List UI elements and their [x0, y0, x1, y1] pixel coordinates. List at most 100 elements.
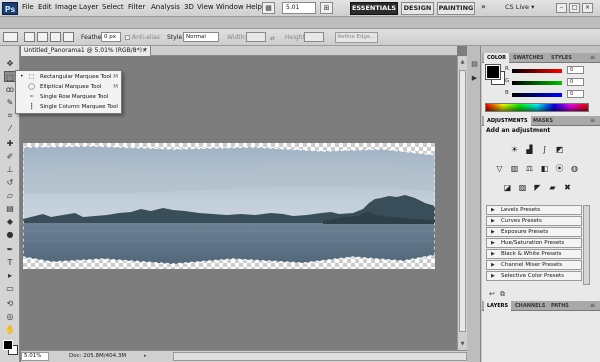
layers-panel-menu-icon[interactable]: ≡	[590, 302, 595, 309]
preset-curves[interactable]: ▶ Curves Presets	[486, 216, 582, 226]
tab-paths[interactable]: PATHS	[548, 301, 572, 311]
history-panel-icon[interactable]: ▤	[470, 60, 479, 69]
panorama-image[interactable]	[23, 143, 435, 269]
green-slider[interactable]	[512, 81, 562, 85]
foreground-color-swatch[interactable]	[3, 340, 13, 350]
intersect-selection-icon[interactable]	[63, 32, 74, 42]
subtract-selection-icon[interactable]	[50, 32, 61, 42]
threshold-icon[interactable]: ◤	[532, 182, 543, 193]
tab-channels[interactable]: CHANNELS	[512, 301, 548, 311]
tab-layers[interactable]: LAYERS	[484, 301, 512, 311]
status-menu-icon[interactable]: ▸	[144, 353, 147, 359]
posterize-icon[interactable]: ▨	[517, 182, 528, 193]
document-tab[interactable]: Untitled_Panorama1 @ 5.01% (RGB/8*) * ×	[21, 46, 151, 56]
clone-stamp-tool-icon[interactable]: ⊥	[4, 164, 16, 175]
feather-input[interactable]: 0 px	[101, 32, 121, 42]
scroll-down-icon[interactable]: ▼	[459, 340, 466, 348]
tab-masks[interactable]: MASKS	[530, 116, 556, 126]
menu-analysis[interactable]: Analysis	[151, 3, 180, 11]
workspace-essentials[interactable]: ESSENTIALS	[350, 2, 398, 15]
menu-edit[interactable]: Edit	[38, 3, 52, 11]
menu-3d[interactable]: 3D	[184, 3, 194, 11]
menu-view[interactable]: View	[197, 3, 214, 11]
refine-edge-button[interactable]: Refine Edge...	[335, 32, 378, 43]
tab-swatches[interactable]: SWATCHES	[510, 53, 547, 63]
height-input[interactable]	[304, 32, 324, 42]
tab-color[interactable]: COLOR	[484, 53, 510, 63]
menu-window[interactable]: Window	[216, 3, 244, 11]
menu-help[interactable]: Help	[246, 3, 262, 11]
tab-adjustments[interactable]: ADJUSTMENTS	[484, 116, 531, 126]
bridge-icon[interactable]: ▦	[262, 2, 275, 14]
flyout-item-single-column-marquee[interactable]: ┇ Single Column Marquee Tool	[20, 102, 120, 112]
levels-icon[interactable]: ▟	[524, 144, 535, 155]
scroll-up-icon[interactable]: ▲	[459, 58, 466, 66]
preset-hue-saturation[interactable]: ▶ Hue/Saturation Presets	[486, 238, 582, 248]
preset-selective-color[interactable]: ▶ Selective Color Presets	[486, 271, 582, 281]
workspace-design[interactable]: DESIGN	[401, 2, 434, 15]
path-select-tool-icon[interactable]: ▸	[4, 270, 16, 281]
vibrance-icon[interactable]: ▽	[494, 163, 505, 174]
red-slider[interactable]	[512, 69, 562, 73]
preset-exposure[interactable]: ▶ Exposure Presets	[486, 227, 582, 237]
clip-icon[interactable]: ⧉	[500, 290, 505, 299]
shape-tool-icon[interactable]: ▭	[4, 283, 16, 294]
return-icon[interactable]: ↩	[489, 290, 495, 298]
flyout-item-elliptical-marquee[interactable]: ◯ Elliptical Marquee Tool M	[20, 82, 120, 92]
history-brush-tool-icon[interactable]: ↺	[4, 177, 16, 188]
exposure-icon[interactable]: ◩	[554, 144, 565, 155]
adjustments-panel-menu-icon[interactable]: ≡	[590, 117, 595, 124]
eraser-tool-icon[interactable]: ▱	[4, 190, 16, 201]
status-zoom-field[interactable]: 5.01%	[21, 352, 49, 361]
flyout-item-single-row-marquee[interactable]: ┅ Single Row Marquee Tool	[20, 92, 120, 102]
tab-styles[interactable]: STYLES	[548, 53, 575, 63]
move-tool-icon[interactable]: ✥	[4, 58, 16, 69]
preset-channel-mixer[interactable]: ▶ Channel Mixer Presets	[486, 260, 582, 270]
green-value-field[interactable]: 0	[567, 78, 584, 86]
channel-mixer-icon[interactable]: ◍	[569, 163, 580, 174]
blue-slider[interactable]	[512, 93, 562, 97]
zoom-level-field[interactable]: 5.01	[282, 2, 316, 14]
photo-filter-icon[interactable]: ⦿	[554, 163, 565, 174]
selective-color-icon[interactable]: ✖	[562, 182, 573, 193]
scroll-thumb[interactable]	[459, 70, 466, 332]
minimize-icon[interactable]: –	[556, 3, 567, 13]
width-input[interactable]	[246, 32, 266, 42]
more-workspaces-icon[interactable]: »	[481, 2, 486, 11]
menu-image[interactable]: Image	[55, 3, 77, 11]
color-fg-swatch[interactable]	[485, 64, 501, 80]
preset-black-white[interactable]: ▶ Black & White Presets	[486, 249, 582, 259]
3d-rotate-tool-icon[interactable]: ⟲	[4, 298, 16, 309]
black-white-icon[interactable]: ◧	[539, 163, 550, 174]
healing-brush-tool-icon[interactable]: ✚	[4, 138, 16, 149]
menu-select[interactable]: Select	[102, 3, 124, 11]
3d-orbit-tool-icon[interactable]: ◎	[4, 311, 16, 322]
cs-live-menu[interactable]: CS Live ▾	[505, 3, 534, 11]
invert-icon[interactable]: ◪	[502, 182, 513, 193]
vertical-scrollbar[interactable]: ▲ ▼	[457, 56, 467, 350]
hand-tool-icon[interactable]: ✋	[4, 324, 16, 335]
menu-filter[interactable]: Filter	[128, 3, 145, 11]
pen-tool-icon[interactable]: ✒	[4, 244, 16, 255]
preset-levels[interactable]: ▶ Levels Presets	[486, 205, 582, 215]
workspace-painting[interactable]: PAINTING	[437, 2, 475, 15]
actions-panel-icon[interactable]: ▶	[470, 74, 479, 83]
maximize-icon[interactable]: □	[569, 3, 580, 13]
eyedropper-tool-icon[interactable]: ⁄	[4, 123, 16, 134]
blur-tool-icon[interactable]: ◆	[4, 216, 16, 227]
tool-preset-picker-icon[interactable]	[3, 32, 18, 42]
swap-dimensions-icon[interactable]: ⇄	[270, 35, 275, 42]
menu-layer[interactable]: Layer	[79, 3, 99, 11]
menu-file[interactable]: File	[22, 3, 34, 11]
curves-icon[interactable]: ∫	[539, 144, 550, 155]
antialias-checkbox[interactable]	[125, 35, 130, 40]
add-to-selection-icon[interactable]	[37, 32, 48, 42]
color-balance-icon[interactable]: ⚖	[524, 163, 535, 174]
red-value-field[interactable]: 0	[567, 66, 584, 74]
new-selection-icon[interactable]	[24, 32, 35, 42]
presets-scrollbar[interactable]	[583, 205, 590, 285]
gradient-tool-icon[interactable]: ▤	[4, 203, 16, 214]
close-tab-icon[interactable]: ×	[142, 46, 147, 56]
hue-saturation-icon[interactable]: ▥	[509, 163, 520, 174]
dodge-tool-icon[interactable]: ●	[4, 229, 16, 240]
